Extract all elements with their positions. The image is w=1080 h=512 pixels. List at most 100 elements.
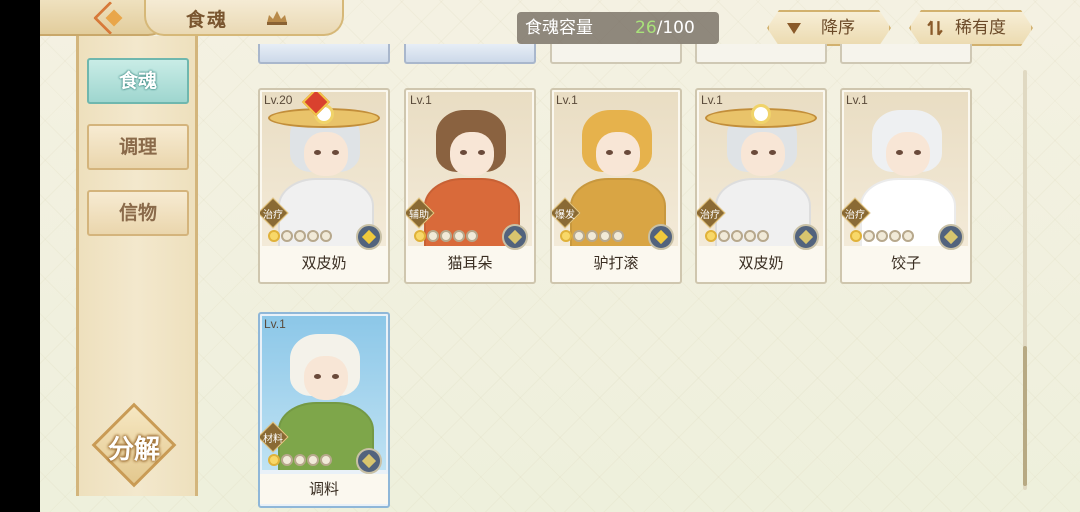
portrait-eye	[332, 150, 339, 155]
portrait-eye	[624, 150, 631, 155]
role-label: 爆发	[555, 210, 575, 221]
page-title-tab: 食魂	[144, 0, 344, 36]
star-icon	[453, 230, 465, 242]
card-level: Lv.1	[846, 93, 868, 107]
star-icon	[414, 230, 426, 242]
portrait-eye	[769, 150, 776, 155]
portrait-eye	[914, 150, 921, 155]
portrait-eye	[314, 150, 321, 155]
portrait-eye	[606, 150, 613, 155]
card-level: Lv.20	[264, 93, 293, 107]
card-name: 驴打滚	[593, 254, 639, 272]
element-icon	[938, 224, 964, 250]
role-badge: 辅助	[406, 197, 435, 229]
portrait-face	[304, 356, 348, 400]
portrait-face	[450, 132, 494, 176]
star-icon	[876, 230, 888, 242]
star-icon	[427, 230, 439, 242]
card-name: 双皮奶	[301, 254, 347, 272]
portrait-face	[596, 132, 640, 176]
star-icon	[744, 230, 756, 242]
decompose-button[interactable]: 分解	[91, 402, 177, 488]
sort-rarity-button[interactable]: 稀有度	[909, 10, 1033, 46]
card-partial[interactable]	[404, 44, 536, 64]
star-icon	[612, 230, 624, 242]
card-name: 双皮奶	[738, 254, 784, 272]
role-badge: 爆发	[552, 197, 581, 229]
food-soul-card[interactable]: Lv.1 辅助 猫耳朵	[404, 88, 536, 284]
star-icon	[307, 230, 319, 242]
portrait-face	[304, 132, 348, 176]
card-partial[interactable]	[840, 44, 972, 64]
page-title: 食魂	[186, 9, 229, 31]
role-badge: 治疗	[842, 197, 871, 229]
star-icon	[320, 230, 332, 242]
role-label: 治疗	[845, 210, 865, 221]
tab-cooking[interactable]: 调理	[87, 124, 189, 170]
tab-token[interactable]: 信物	[87, 190, 189, 236]
sort-order-label: 降序	[821, 18, 855, 38]
scrollbar[interactable]	[1023, 70, 1027, 490]
star-icon	[268, 454, 280, 466]
role-badge: 治疗	[260, 197, 289, 229]
sort-swap-icon	[927, 20, 943, 36]
portrait-eye	[478, 150, 485, 155]
role-label: 治疗	[263, 210, 283, 221]
sort-rarity-label: 稀有度	[955, 18, 1006, 38]
role-label: 治疗	[700, 210, 720, 221]
card-level: Lv.1	[264, 317, 286, 331]
portrait-face	[886, 132, 930, 176]
flower-icon	[751, 104, 771, 124]
star-icon	[281, 230, 293, 242]
star-icon	[731, 230, 743, 242]
food-soul-card[interactable]: Lv.1 治疗 双皮奶	[695, 88, 827, 284]
star-rating	[850, 230, 914, 244]
food-soul-card[interactable]: Lv.1 治疗饺子	[840, 88, 972, 284]
card-partial[interactable]	[695, 44, 827, 64]
card-partial[interactable]	[258, 44, 390, 64]
crown-icon	[267, 11, 287, 25]
role-label: 辅助	[409, 210, 429, 221]
star-icon	[294, 454, 306, 466]
star-icon	[757, 230, 769, 242]
star-icon	[863, 230, 875, 242]
capacity-current: 26	[635, 18, 657, 38]
card-name: 饺子	[890, 254, 921, 272]
star-icon	[599, 230, 611, 242]
food-soul-card[interactable]: Lv.20 治疗双皮奶	[258, 88, 390, 284]
element-icon	[356, 448, 382, 474]
star-icon	[850, 230, 862, 242]
star-icon	[281, 454, 293, 466]
portrait-eye	[751, 150, 758, 155]
food-soul-card[interactable]: Lv.1 爆发驴打滚	[550, 88, 682, 284]
food-soul-card[interactable]: Lv.1 材料调料	[258, 312, 390, 508]
sort-order-button[interactable]: 降序	[767, 10, 891, 46]
element-icon	[502, 224, 528, 250]
star-rating	[268, 454, 332, 468]
star-icon	[902, 230, 914, 242]
portrait-eye	[460, 150, 467, 155]
portrait-eye	[896, 150, 903, 155]
scrollbar-thumb[interactable]	[1023, 346, 1027, 486]
element-icon	[648, 224, 674, 250]
star-icon	[705, 230, 717, 242]
capacity-indicator: 食魂容量 26/100	[517, 12, 719, 44]
decompose-label: 分解	[107, 435, 160, 465]
star-icon	[586, 230, 598, 242]
card-partial[interactable]	[550, 44, 682, 64]
star-icon	[560, 230, 572, 242]
star-icon	[320, 454, 332, 466]
star-rating	[414, 230, 478, 244]
card-name: 调料	[260, 474, 388, 504]
role-badge: 材料	[260, 421, 289, 453]
sort-down-icon	[787, 23, 801, 37]
star-icon	[466, 230, 478, 242]
tab-food-soul[interactable]: 食魂	[87, 58, 189, 104]
star-icon	[889, 230, 901, 242]
card-name: 猫耳朵	[447, 254, 493, 272]
star-icon	[268, 230, 280, 242]
star-icon	[440, 230, 452, 242]
star-icon	[294, 230, 306, 242]
star-rating	[705, 230, 769, 244]
card-level: Lv.1	[556, 93, 578, 107]
